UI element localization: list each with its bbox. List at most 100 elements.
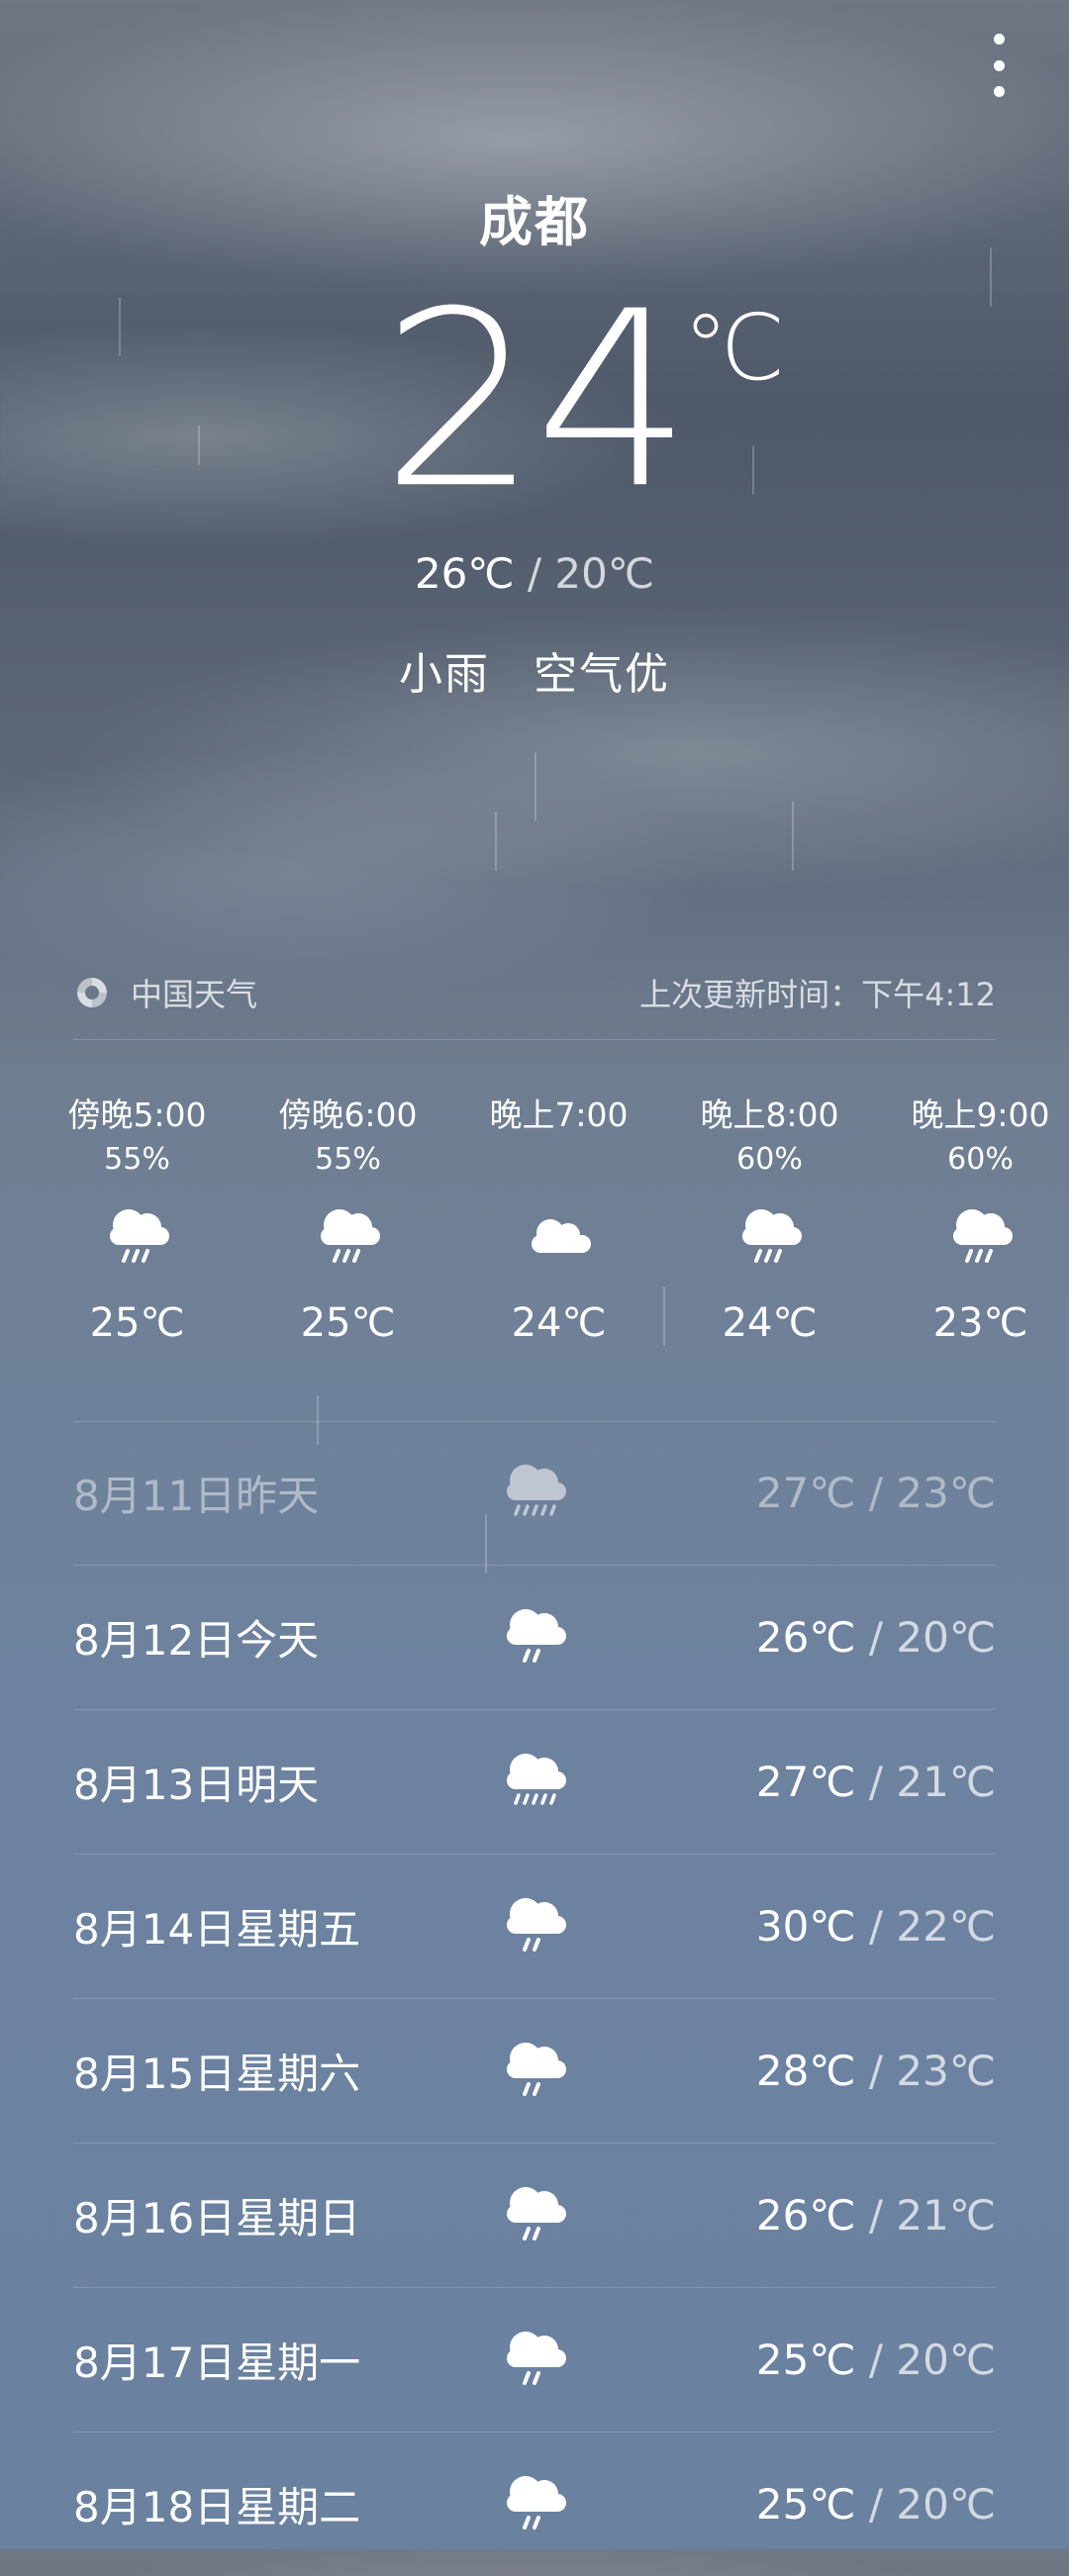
rain-streak: [792, 802, 794, 871]
cloud-rain-icon: [313, 1192, 384, 1281]
range-separator: /: [855, 2480, 897, 2528]
hour-temp: 23℃: [932, 1300, 1028, 1346]
range-separator: /: [855, 1613, 897, 1662]
menu-dot: [993, 59, 1005, 71]
update-time: 上次更新时间：下午4:12: [639, 976, 996, 1013]
day-temp-range: 25℃ / 20℃: [756, 2480, 996, 2528]
day-high: 28℃: [755, 2047, 856, 2095]
hour-temp: 25℃: [300, 1300, 396, 1346]
day-high: 27℃: [755, 1758, 856, 1806]
cloud-heavy-rain-icon: [499, 1748, 570, 1823]
day-temp-range: 28℃ / 23℃: [756, 2047, 996, 2095]
hour-temp: 25℃: [89, 1300, 185, 1346]
cloud-rain-icon: [102, 1192, 173, 1281]
hour-temp: 24℃: [722, 1300, 818, 1346]
high-temp: 26℃: [414, 549, 515, 598]
day-temp-range: 27℃ / 23℃: [756, 1469, 996, 1517]
daily-row[interactable]: 8月13日明天 27℃ / 21℃: [73, 1710, 996, 1855]
hourly-item: 傍晚5:00 55% 25℃: [32, 1089, 243, 1346]
range-separator: /: [855, 2336, 897, 2384]
day-temp-range: 26℃ / 21℃: [756, 2191, 996, 2240]
day-date: 8月13日明天: [73, 1761, 320, 1809]
daily-forecast: 8月11日昨天 27℃ / 23℃ 8月12日今天 26℃ / 20℃ 8月13…: [73, 1421, 996, 2576]
day-low: 23℃: [896, 1469, 996, 1517]
cloud-rain-icon: [945, 1192, 1017, 1281]
day-high: 30℃: [755, 1902, 856, 1951]
air-quality[interactable]: 空气优: [534, 649, 670, 700]
day-date: 8月14日星期五: [73, 1905, 361, 1954]
temperature-range: 26℃ / 20℃: [0, 549, 1069, 598]
current-temperature: 24 ℃: [0, 277, 1069, 525]
range-separator: /: [855, 2191, 897, 2240]
day-high: 27℃: [755, 1469, 856, 1517]
day-date: 8月16日星期日: [73, 2194, 361, 2242]
precip-chance: 60%: [736, 1142, 803, 1177]
day-date: 8月11日昨天: [73, 1472, 320, 1520]
hourly-item: 晚上8:00 60% 24℃: [664, 1089, 875, 1346]
source-provider[interactable]: 中国天气: [73, 970, 257, 1015]
rain-streak: [495, 811, 497, 871]
day-high: 25℃: [755, 2480, 856, 2528]
daily-row[interactable]: 8月16日星期日 26℃ / 21℃: [73, 2144, 996, 2288]
provider-name: 中国天气: [131, 976, 258, 1013]
day-low: 21℃: [896, 2191, 996, 2240]
range-separator: /: [855, 1469, 897, 1517]
day-low: 20℃: [896, 2480, 996, 2528]
hour-temp: 24℃: [511, 1300, 607, 1346]
cloud-rain-icon: [499, 2181, 570, 2256]
day-date: 8月18日星期二: [73, 2483, 361, 2531]
cloud-icon: [524, 1192, 595, 1281]
cloud-rain-icon: [499, 1603, 570, 1678]
range-separator: /: [855, 1902, 897, 1951]
day-date: 8月12日今天: [73, 1616, 320, 1665]
menu-dot: [993, 34, 1005, 45]
divider: [73, 1039, 996, 1040]
more-options-button[interactable]: [984, 34, 1014, 97]
cloud-rain-icon: [499, 2470, 570, 2545]
hourly-forecast[interactable]: 傍晚5:00 55% 25℃ 傍晚6:00 55% 25℃ 晚上7:00 24℃…: [32, 1089, 1069, 1346]
day-temp-range: 25℃ / 20℃: [756, 2336, 996, 2384]
hourly-item: 晚上9:00 60% 23℃: [875, 1089, 1069, 1346]
range-separator: /: [855, 2047, 897, 2095]
low-temp: 20℃: [554, 549, 655, 598]
daily-row[interactable]: 8月17日星期一 25℃ / 20℃: [73, 2288, 996, 2433]
day-temp-range: 27℃ / 21℃: [756, 1758, 996, 1806]
swirl-logo-icon: [77, 978, 107, 1007]
precip-chance: 55%: [104, 1142, 170, 1177]
hour-time: 晚上8:00: [700, 1096, 839, 1134]
daily-row[interactable]: 8月18日星期二 25℃ / 20℃: [73, 2433, 996, 2576]
day-low: 22℃: [896, 1902, 996, 1951]
source-row: 中国天气 上次更新时间：下午4:12: [73, 965, 996, 1020]
city-name[interactable]: 成都: [0, 178, 1069, 256]
day-low: 21℃: [896, 1758, 996, 1806]
cloud-heavy-rain-icon: [499, 1459, 570, 1534]
daily-row[interactable]: 8月11日昨天 27℃ / 23℃: [73, 1421, 996, 1566]
day-low: 23℃: [896, 2047, 996, 2095]
hour-time: 傍晚6:00: [278, 1096, 418, 1134]
hour-time: 晚上7:00: [489, 1096, 629, 1134]
hour-time: 傍晚5:00: [67, 1096, 207, 1134]
day-high: 25℃: [755, 2336, 856, 2384]
temperature-unit: ℃: [683, 295, 786, 401]
menu-dot: [993, 86, 1005, 97]
cloud-rain-icon: [734, 1192, 806, 1281]
daily-row[interactable]: 8月12日今天 26℃ / 20℃: [73, 1566, 996, 1710]
day-temp-range: 30℃ / 22℃: [756, 1902, 996, 1951]
day-low: 20℃: [896, 1613, 996, 1662]
cloud-rain-icon: [499, 2326, 570, 2401]
range-separator: /: [514, 549, 555, 598]
rain-streak: [534, 752, 536, 821]
hourly-item: 晚上7:00 24℃: [453, 1089, 664, 1346]
cloud-rain-icon: [499, 1892, 570, 1967]
day-low: 20℃: [896, 2336, 996, 2384]
day-date: 8月15日星期六: [73, 2050, 361, 2098]
precip-chance: 60%: [947, 1142, 1014, 1177]
day-high: 26℃: [755, 2191, 856, 2240]
day-temp-range: 26℃ / 20℃: [756, 1613, 996, 1662]
precip-chance: 55%: [315, 1142, 381, 1177]
condition-row: 小雨 空气优: [0, 638, 1069, 702]
day-high: 26℃: [755, 1613, 856, 1662]
range-separator: /: [855, 1758, 897, 1806]
daily-row[interactable]: 8月15日星期六 28℃ / 23℃: [73, 1999, 996, 2144]
daily-row[interactable]: 8月14日星期五 30℃ / 22℃: [73, 1855, 996, 1999]
